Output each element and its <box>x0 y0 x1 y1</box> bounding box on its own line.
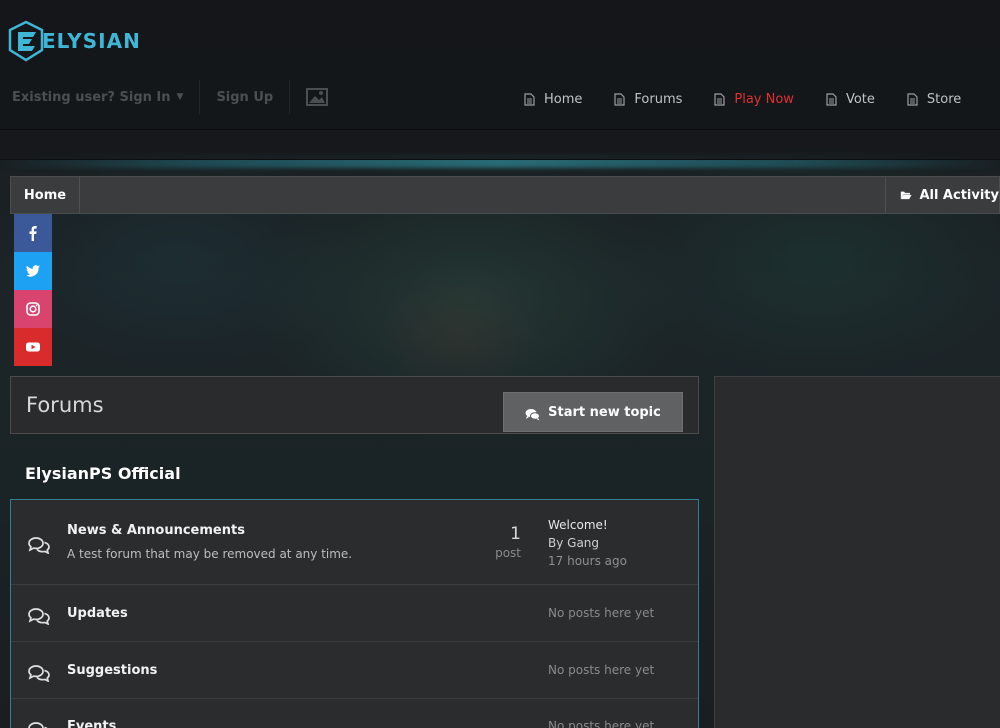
logo-mark-icon <box>8 20 44 62</box>
forum-comments-icon <box>28 722 48 728</box>
image-icon[interactable] <box>306 88 329 106</box>
folder-open-icon <box>900 191 912 200</box>
youtube-button[interactable] <box>14 328 52 366</box>
youtube-icon <box>26 342 40 352</box>
forum-title[interactable]: Events <box>67 719 116 728</box>
document-icon <box>614 92 625 106</box>
forum-list: News & Announcements A test forum that m… <box>10 499 699 728</box>
nav-label: Home <box>544 91 583 107</box>
sidebar-panel <box>714 376 1000 728</box>
all-activity-label: All Activity <box>919 187 999 203</box>
sign-in-label: Existing user? Sign In <box>12 89 171 105</box>
no-posts-text: No posts here yet <box>548 663 655 677</box>
social-links <box>14 214 52 366</box>
nav-item-forums[interactable]: Forums <box>604 92 692 107</box>
instagram-icon <box>26 302 40 316</box>
last-post: Welcome! By Gang 17 hours ago <box>548 516 627 570</box>
sign-up-link[interactable]: Sign Up <box>216 90 273 105</box>
forum-row[interactable]: News & Announcements A test forum that m… <box>11 500 698 585</box>
last-post-title[interactable]: Welcome! <box>548 516 627 534</box>
nav-label: Store <box>926 91 962 107</box>
logo-text: ELYSIAN <box>42 29 141 53</box>
facebook-button[interactable] <box>14 214 52 252</box>
twitter-button[interactable] <box>14 252 52 290</box>
nav-item-vote[interactable]: Vote <box>816 92 885 107</box>
post-count-label: post <box>495 546 521 560</box>
forums-header: Forums Start new topic <box>10 376 699 434</box>
last-post-author[interactable]: By Gang <box>548 534 627 552</box>
post-count: 1 <box>510 524 521 544</box>
forum-row[interactable]: Suggestions No posts here yet <box>11 642 698 699</box>
instagram-button[interactable] <box>14 290 52 328</box>
page-title: Forums <box>26 393 104 417</box>
nav-label: Forums <box>634 91 683 107</box>
header-strip <box>0 130 1000 160</box>
start-new-topic-button[interactable]: Start new topic <box>503 392 683 432</box>
forum-comments-icon <box>28 537 50 554</box>
sign-in-link[interactable]: Existing user? Sign In ▼ <box>12 90 183 105</box>
nav-label: Play Now <box>734 91 794 107</box>
nav-label: Vote <box>845 91 875 107</box>
facebook-icon <box>29 226 37 241</box>
document-icon <box>714 92 725 106</box>
forum-description: A test forum that may be removed at any … <box>67 547 353 561</box>
nav-item-home[interactable]: Home <box>514 92 592 107</box>
forum-title[interactable]: Updates <box>67 606 128 621</box>
category-title[interactable]: ElysianPS Official <box>25 464 181 483</box>
forum-comments-icon <box>28 608 50 625</box>
breadcrumb-home[interactable]: Home <box>11 177 80 213</box>
forum-comments-icon <box>28 665 50 682</box>
all-activity-link[interactable]: All Activity <box>885 177 999 213</box>
document-icon <box>907 92 918 106</box>
divider <box>289 80 291 114</box>
forum-title[interactable]: News & Announcements <box>67 523 245 538</box>
forum-row[interactable]: Events No posts here yet <box>11 699 698 728</box>
last-post-time: 17 hours ago <box>548 554 627 568</box>
no-posts-text: No posts here yet <box>548 606 655 620</box>
forum-row[interactable]: Updates No posts here yet <box>11 585 698 642</box>
site-header: ELYSIAN Existing user? Sign In ▼ Sign Up… <box>0 0 1000 130</box>
caret-down-icon: ▼ <box>176 92 184 102</box>
forum-title[interactable]: Suggestions <box>67 663 157 678</box>
start-new-topic-label: Start new topic <box>548 404 661 420</box>
document-icon <box>524 92 535 106</box>
no-posts-text: No posts here yet <box>548 719 655 728</box>
main-nav: Home Forums Play Now Vote Store <box>514 86 971 112</box>
nav-item-store[interactable]: Store <box>897 92 971 107</box>
comments-icon <box>525 408 541 420</box>
twitter-icon <box>26 265 40 277</box>
breadcrumb: Home All Activity <box>10 176 1000 214</box>
nav-item-play-now[interactable]: Play Now <box>704 92 804 107</box>
site-logo[interactable]: ELYSIAN <box>6 20 141 62</box>
user-bar: Existing user? Sign In ▼ Sign Up <box>12 80 329 114</box>
document-icon <box>826 92 837 106</box>
divider <box>199 80 201 114</box>
